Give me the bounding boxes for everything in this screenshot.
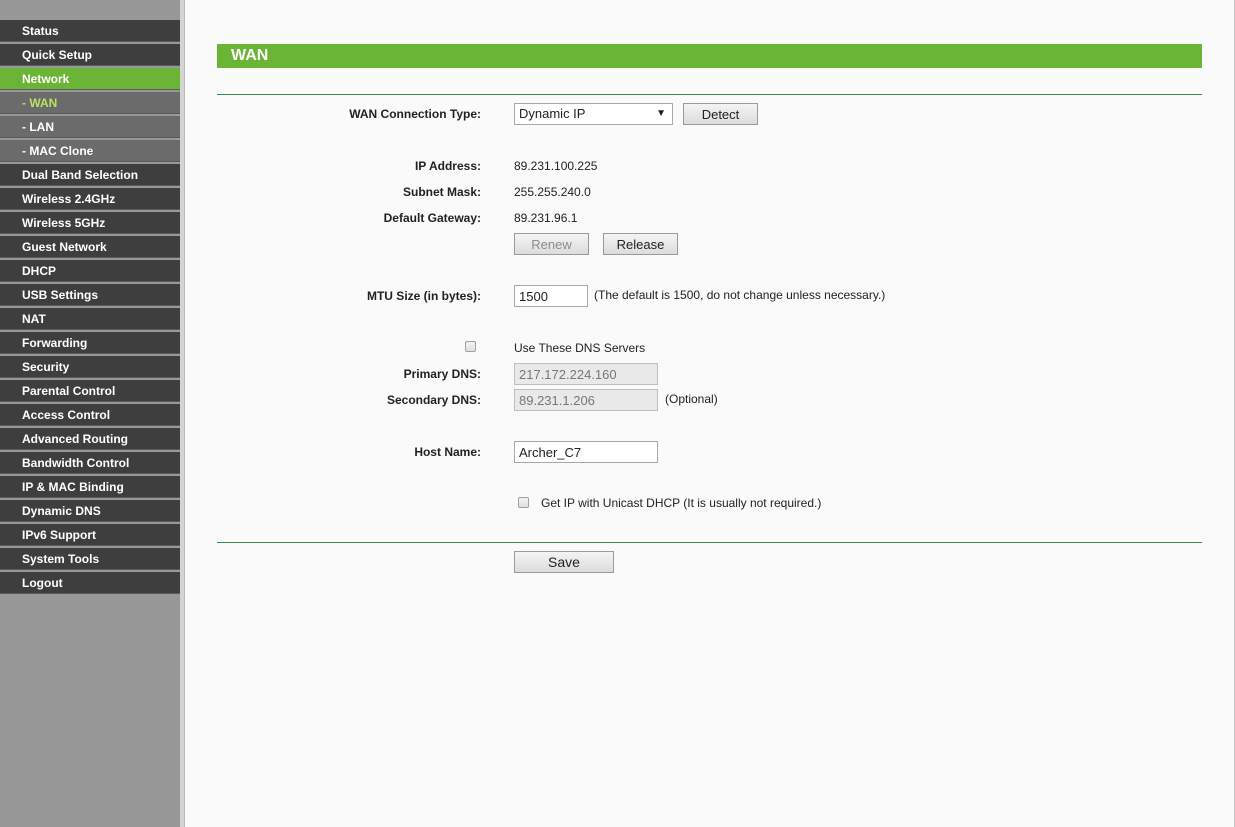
sidebar-item-wan[interactable]: - WAN xyxy=(0,92,180,114)
mtu-note: (The default is 1500, do not change unle… xyxy=(594,288,886,302)
sidebar-item-guest-network[interactable]: Guest Network xyxy=(0,236,180,258)
sidebar-item-dynamic-dns[interactable]: Dynamic DNS xyxy=(0,500,180,522)
sidebar-item-dual-band-selection[interactable]: Dual Band Selection xyxy=(0,164,180,186)
sidebar-item-status[interactable]: Status xyxy=(0,20,180,42)
sidebar-item-bandwidth-control[interactable]: Bandwidth Control xyxy=(0,452,180,474)
sidebar-item-system-tools[interactable]: System Tools xyxy=(0,548,180,570)
use-dns-checkbox[interactable] xyxy=(465,341,476,352)
mtu-input[interactable] xyxy=(514,285,588,307)
sidebar-item-ip-mac-binding[interactable]: IP & MAC Binding xyxy=(0,476,180,498)
release-button[interactable]: Release xyxy=(603,233,678,255)
sidebar-item-access-control[interactable]: Access Control xyxy=(0,404,180,426)
chevron-down-icon: ▼ xyxy=(656,108,666,119)
sidebar-item-wireless-2-4ghz[interactable]: Wireless 2.4GHz xyxy=(0,188,180,210)
sidebar-item-logout[interactable]: Logout xyxy=(0,572,180,594)
unicast-dhcp-checkbox[interactable] xyxy=(518,497,529,508)
default-gateway-value: 89.231.96.1 xyxy=(514,211,578,225)
subnet-mask-label: Subnet Mask: xyxy=(402,185,481,199)
sidebar-item-dhcp[interactable]: DHCP xyxy=(0,260,180,282)
primary-dns-label: Primary DNS: xyxy=(403,367,481,381)
host-name-label: Host Name: xyxy=(414,445,481,459)
ip-address-label: IP Address: xyxy=(414,159,481,173)
use-dns-label: Use These DNS Servers xyxy=(514,341,646,355)
detect-button[interactable]: Detect xyxy=(683,103,758,125)
wan-type-label: WAN Connection Type: xyxy=(349,107,481,121)
subnet-mask-value: 255.255.240.0 xyxy=(514,185,591,199)
sidebar-menu: Status Quick Setup Network - WAN - LAN - MAC … xyxy=(0,20,180,596)
sidebar-item-wireless-5ghz[interactable]: Wireless 5GHz xyxy=(0,212,180,234)
sidebar-item-lan[interactable]: - LAN xyxy=(0,116,180,138)
sidebar-item-security[interactable]: Security xyxy=(0,356,180,378)
secondary-dns-input[interactable] xyxy=(514,389,658,411)
mtu-label: MTU Size (in bytes): xyxy=(366,289,481,303)
renew-button[interactable]: Renew xyxy=(514,233,589,255)
wan-type-value: Dynamic IP xyxy=(519,106,586,121)
save-button[interactable]: Save xyxy=(514,551,614,573)
sidebar-item-usb-settings[interactable]: USB Settings xyxy=(0,284,180,306)
ip-address-value: 89.231.100.225 xyxy=(514,159,598,173)
unicast-dhcp-label: Get IP with Unicast DHCP (It is usually … xyxy=(541,496,822,510)
wan-type-select[interactable]: Dynamic IP ▼ xyxy=(514,103,673,125)
sidebar-item-mac-clone[interactable]: - MAC Clone xyxy=(0,140,180,162)
primary-dns-input[interactable] xyxy=(514,363,658,385)
sidebar-item-network[interactable]: Network xyxy=(0,68,180,90)
optional-note: (Optional) xyxy=(665,392,718,406)
sidebar-item-ipv6-support[interactable]: IPv6 Support xyxy=(0,524,180,546)
sidebar-item-advanced-routing[interactable]: Advanced Routing xyxy=(0,428,180,450)
bottom-divider xyxy=(217,542,1202,543)
sidebar-item-parental-control[interactable]: Parental Control xyxy=(0,380,180,402)
host-name-input[interactable] xyxy=(514,441,658,463)
top-divider xyxy=(217,94,1202,95)
page-title: WAN xyxy=(217,44,1202,68)
sidebar-item-nat[interactable]: NAT xyxy=(0,308,180,330)
sidebar-item-forwarding[interactable]: Forwarding xyxy=(0,332,180,354)
secondary-dns-label: Secondary DNS: xyxy=(386,393,481,407)
main-content: WAN WAN Connection Type: Dynamic IP ▼ De… xyxy=(185,0,1235,827)
default-gateway-label: Default Gateway: xyxy=(383,211,481,225)
sidebar: Status Quick Setup Network - WAN - LAN - MAC … xyxy=(0,0,180,827)
sidebar-item-quick-setup[interactable]: Quick Setup xyxy=(0,44,180,66)
